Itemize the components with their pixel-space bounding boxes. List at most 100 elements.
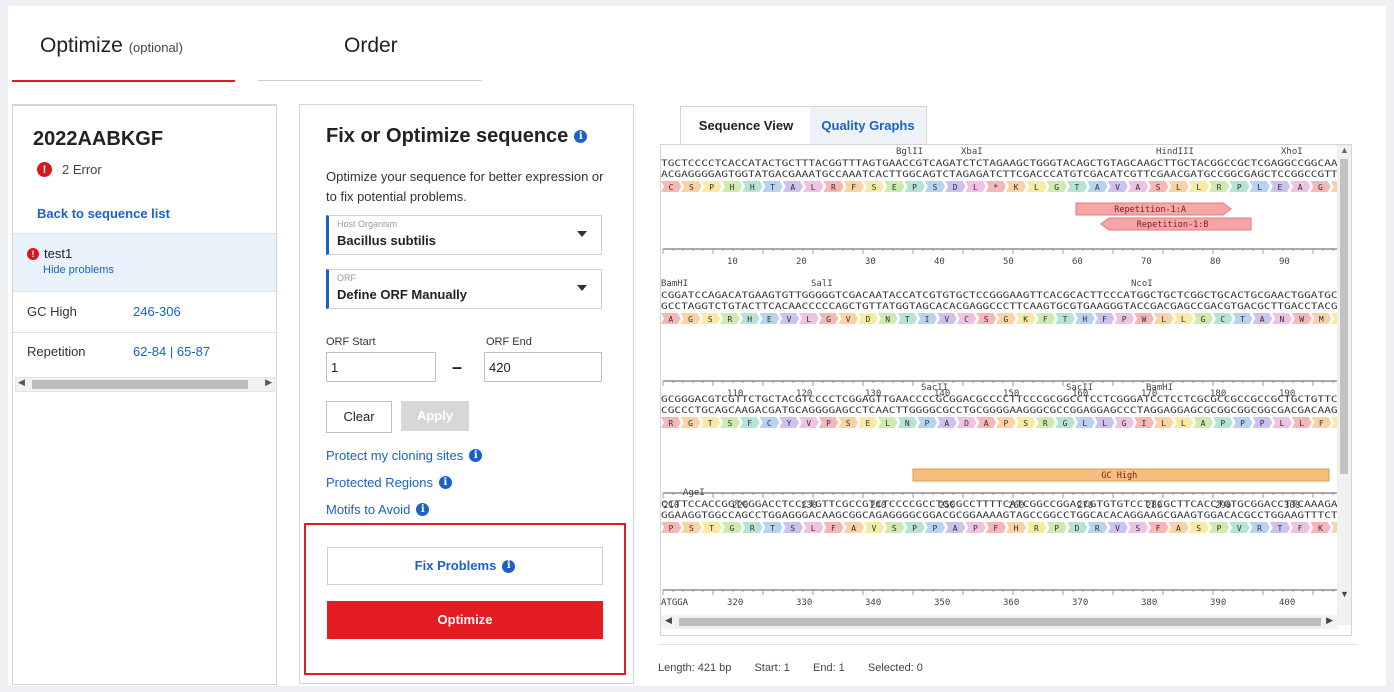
host-organism-value: Bacillus subtilis (337, 233, 436, 248)
link-label: Protected Regions (326, 475, 433, 490)
ruler-label: 40 (934, 257, 945, 267)
amino-acid-label: P (1004, 419, 1009, 428)
orf-select[interactable]: ORF Define ORF Manually (326, 269, 602, 309)
dna-top-strand: CCTTCCACCGGTCGGACCTCCCTGTTCGCCGTCTCCCCGC… (661, 500, 1337, 510)
tab-quality-graphs[interactable]: Quality Graphs (810, 106, 927, 145)
selected-readout: Selected: 0 (867, 662, 923, 674)
amino-acid-label: V (1237, 524, 1242, 533)
problem-range-link[interactable]: 62-84 | 65-87 (133, 344, 210, 359)
sequence-item-label: test1 (44, 246, 73, 261)
amino-acid-label: A (1298, 183, 1303, 192)
scrollbar-thumb[interactable] (32, 380, 248, 389)
amino-acid-label: P (669, 524, 674, 533)
horizontal-scrollbar[interactable]: ◀ ▶ (661, 615, 1337, 629)
amino-acid-label: R (1217, 183, 1222, 192)
host-organism-select[interactable]: Host Organism Bacillus subtilis (326, 215, 602, 255)
protected-regions-link[interactable]: Protected Regions i (326, 475, 452, 490)
tab-optimize[interactable]: Optimize (optional) (40, 34, 183, 58)
amino-acid-label: R (728, 315, 733, 324)
back-to-sequence-list-link[interactable]: Back to sequence list (37, 206, 170, 221)
amino-acid-label: A (944, 419, 949, 428)
info-icon[interactable]: i (469, 449, 483, 462)
amino-acid-label: A (1201, 419, 1206, 428)
amino-acid-label: V (1115, 183, 1120, 192)
scrollbar-thumb[interactable] (1340, 159, 1348, 474)
problem-type: Repetition (27, 344, 86, 359)
orf-start-input[interactable]: 1 (326, 352, 436, 382)
scroll-right-icon[interactable]: ▶ (1326, 615, 1333, 626)
apply-button[interactable]: Apply (401, 401, 469, 431)
scroll-left-icon[interactable]: ◀ (18, 377, 25, 388)
vertical-scrollbar[interactable]: ▲ ▼ (1337, 145, 1351, 625)
info-icon[interactable]: i (574, 130, 588, 143)
orf-end-input[interactable]: 420 (484, 352, 602, 382)
amino-acid-label: C (964, 315, 969, 324)
scroll-up-icon[interactable]: ▲ (1340, 145, 1349, 155)
amino-acid-label: P (1220, 419, 1225, 428)
problem-range-link[interactable]: 246-306 (133, 304, 181, 319)
amino-acid-label: D (953, 183, 958, 192)
range-dash: – (452, 357, 463, 377)
amino-acid-label: A (1176, 524, 1181, 533)
hide-problems-link[interactable]: Hide problems (43, 264, 114, 276)
ruler-label: 350 (934, 598, 950, 608)
scroll-left-icon[interactable]: ◀ (665, 615, 672, 626)
info-icon[interactable]: i (416, 503, 430, 516)
amino-acid-label: L (1161, 315, 1166, 324)
amino-acid-label: A (1135, 183, 1140, 192)
end-readout: End: 1 (813, 662, 845, 674)
amino-acid-label: V (787, 315, 792, 324)
amino-acid-label: * (993, 183, 998, 192)
dna-top-strand: GCGGGACGTCGTTCTGCTACGTCCCCTCGGAGTTGAACCC… (661, 395, 1337, 405)
enzyme-label: HindIII (1156, 147, 1194, 157)
ruler-label: 50 (1003, 257, 1014, 267)
clear-button[interactable]: Clear (326, 401, 392, 433)
scrollbar-thumb[interactable] (679, 618, 1321, 626)
info-icon[interactable]: i (438, 476, 452, 489)
ruler-label: 360 (1003, 598, 1019, 608)
amino-acid-label: G (688, 419, 693, 428)
amino-acid-label: K (1023, 315, 1028, 324)
amino-acid-label: F (1319, 419, 1324, 428)
protect-cloning-sites-link[interactable]: Protect my cloning sites i (326, 448, 483, 463)
sequence-map[interactable]: BglIIXbaIHindIIIXhoISfiTGCTCCCCTCACCATAC… (660, 144, 1352, 636)
amino-acid-label: L (1082, 419, 1087, 428)
amino-acid-label: L (1280, 419, 1285, 428)
amino-acid-label: E (892, 183, 897, 192)
amino-acid-label: L (1102, 419, 1107, 428)
motifs-to-avoid-link[interactable]: Motifs to Avoid i (326, 502, 430, 517)
dna-top-strand: TGCTCCCCTCACCATACTGCTTTACGGTTTAGTGAACCGT… (661, 159, 1337, 169)
enzyme-label: BamHI (1146, 383, 1173, 393)
amino-acid-label: R (1043, 419, 1048, 428)
amino-acid-label: R (1095, 524, 1100, 533)
tab-sequence-view[interactable]: Sequence View (680, 106, 812, 145)
amino-acid-label: L (1257, 183, 1262, 192)
enzyme-label: SacII (921, 383, 948, 393)
dna-top-strand: CGGATCCAGACATGAAGTGTTGGGGGTCGACAATACCATC… (661, 291, 1337, 301)
enzyme-label: BamHI (661, 279, 688, 289)
amino-acid-label: G (1122, 419, 1127, 428)
amino-acid-label: D (1075, 524, 1080, 533)
amino-acid-label: V (846, 315, 851, 324)
horizontal-scrollbar[interactable]: ◀ ▶ (15, 377, 275, 392)
amino-acid-label: L (1181, 419, 1186, 428)
amino-acid-label: H (1014, 524, 1019, 533)
scroll-right-icon[interactable]: ▶ (265, 377, 272, 388)
tab-optimize-label: Optimize (40, 34, 123, 57)
chevron-down-icon (577, 285, 587, 291)
optimize-button[interactable]: Optimize (327, 601, 603, 639)
amino-acid-label: F (747, 419, 752, 428)
sequence-item-test1[interactable]: ! test1 Hide problems (13, 234, 276, 291)
length-readout: Length: 421 bp (658, 662, 732, 674)
info-icon[interactable]: i (502, 559, 516, 573)
amino-acid-label: P (1054, 524, 1059, 533)
scroll-down-icon[interactable]: ▼ (1340, 589, 1349, 599)
amino-acid-label: F (993, 524, 998, 533)
amino-acid-label: W (1142, 315, 1147, 324)
tab-order[interactable]: Order (344, 34, 398, 58)
amino-acid-label: T (1063, 315, 1068, 324)
amino-acid-label: A (1095, 183, 1100, 192)
amino-acid-label: G (1318, 183, 1323, 192)
fix-problems-button[interactable]: Fix Problems i (327, 547, 603, 585)
ruler-label: 340 (865, 598, 881, 608)
